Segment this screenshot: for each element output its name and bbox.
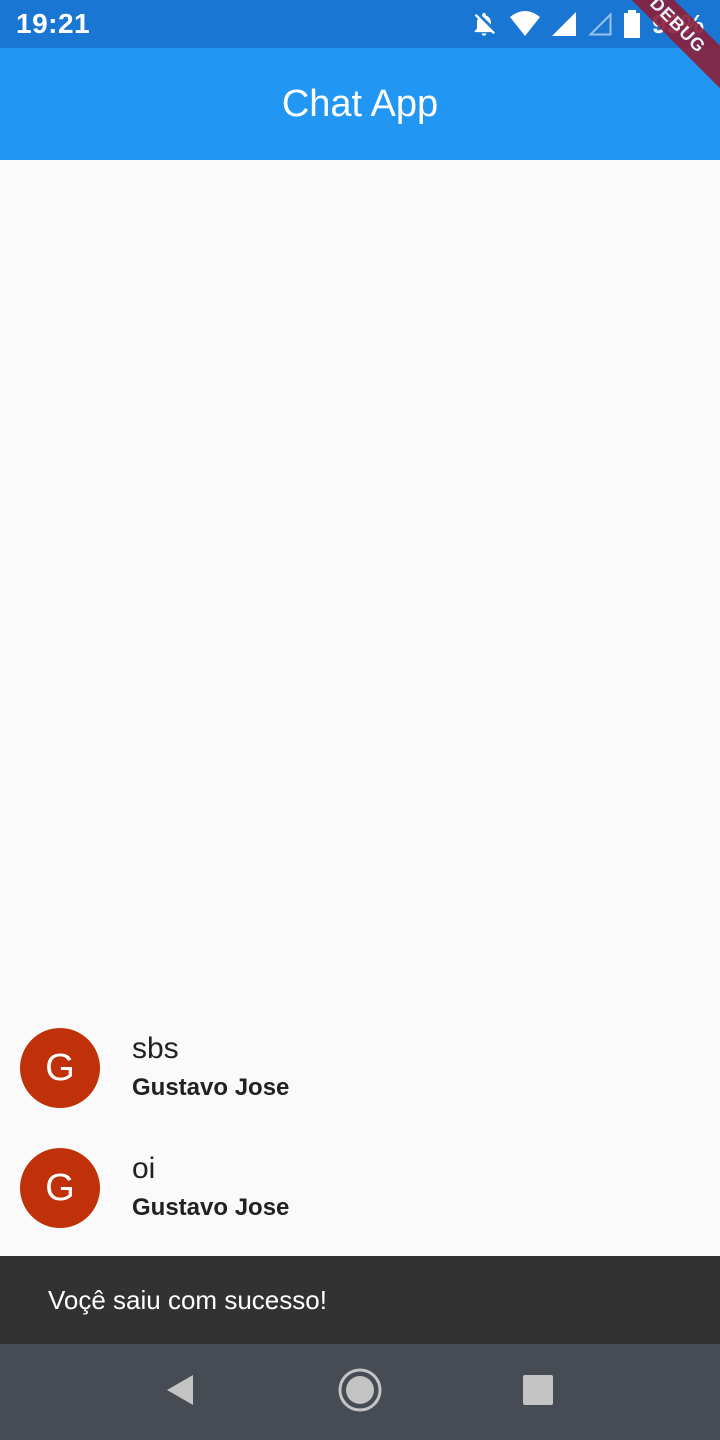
status-bar: 19:21 95% bbox=[0, 0, 720, 48]
avatar: G bbox=[20, 1028, 100, 1108]
battery-icon bbox=[623, 10, 640, 38]
message-text: oi bbox=[132, 1152, 156, 1185]
message-text: sbs bbox=[132, 1032, 179, 1065]
chat-content[interactable]: G sbs Gustavo Jose G oi Gustavo Jose bbox=[0, 160, 720, 1256]
status-time: 19:21 bbox=[16, 8, 91, 39]
notifications-off-icon bbox=[470, 10, 498, 38]
recents-button[interactable] bbox=[514, 1368, 562, 1416]
message-list: G sbs Gustavo Jose G oi Gustavo Jose bbox=[0, 1008, 720, 1248]
message-item[interactable]: G oi Gustavo Jose bbox=[0, 1128, 720, 1248]
app-title: Chat App bbox=[281, 82, 439, 125]
recents-icon bbox=[522, 1374, 554, 1411]
signal-icon bbox=[551, 12, 576, 36]
navigation-bar bbox=[0, 1344, 720, 1440]
snackbar: Voçê saiu com sucesso! bbox=[0, 1256, 720, 1344]
wifi-icon bbox=[509, 11, 540, 37]
home-button[interactable] bbox=[336, 1368, 384, 1416]
home-icon bbox=[336, 1366, 384, 1419]
back-button[interactable] bbox=[156, 1368, 204, 1416]
snackbar-text: Voçê saiu com sucesso! bbox=[48, 1284, 327, 1315]
message-sender: Gustavo Jose bbox=[132, 1074, 290, 1101]
signal-empty-icon bbox=[588, 12, 612, 36]
avatar: G bbox=[20, 1148, 100, 1228]
message-item[interactable]: G sbs Gustavo Jose bbox=[0, 1008, 720, 1128]
app-bar: Chat App bbox=[0, 48, 720, 160]
message-sender: Gustavo Jose bbox=[132, 1194, 290, 1221]
back-icon bbox=[163, 1373, 197, 1412]
